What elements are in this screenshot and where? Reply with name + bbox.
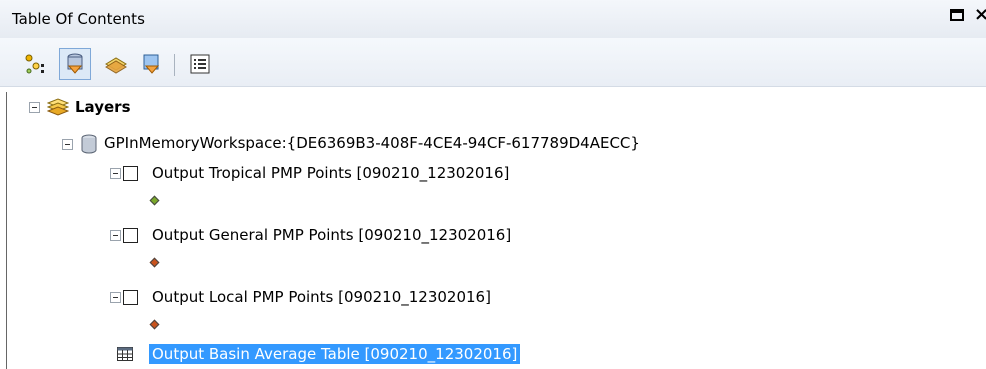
layer-tropical-visibility-checkbox[interactable] (123, 166, 138, 181)
layer-local-visibility-checkbox[interactable] (123, 290, 138, 305)
general-point-symbol (149, 257, 160, 268)
options-icon[interactable] (188, 52, 212, 76)
window-title: Table Of Contents (12, 10, 145, 28)
list-by-source-icon (67, 53, 83, 74)
close-icon[interactable]: × (974, 5, 986, 25)
table-icon (117, 347, 133, 361)
list-by-drawing-order-icon[interactable] (24, 52, 48, 76)
layer-tropical-label[interactable]: Output Tropical PMP Points [090210_12302… (152, 163, 509, 183)
layers-root-label[interactable]: Layers (75, 97, 131, 117)
layers-stack-icon (47, 98, 69, 116)
local-point-symbol (149, 319, 160, 330)
layer-general-collapse-toggle[interactable] (110, 230, 121, 241)
maximize-icon[interactable] (950, 9, 964, 21)
panel-left-border (6, 92, 7, 369)
database-icon (81, 134, 97, 154)
list-by-selection-icon[interactable] (140, 52, 164, 76)
layer-local-label[interactable]: Output Local PMP Points [090210_12302016… (152, 287, 491, 307)
list-by-visibility-icon[interactable] (104, 52, 128, 76)
basin-average-table-label[interactable]: Output Basin Average Table [090210_12302… (149, 344, 521, 364)
layer-local-collapse-toggle[interactable] (110, 292, 121, 303)
workspace-label[interactable]: GPInMemoryWorkspace:{DE6369B3-408F-4CE4-… (104, 133, 640, 153)
layer-general-label[interactable]: Output General PMP Points [090210_123020… (152, 225, 511, 245)
layer-general-visibility-checkbox[interactable] (123, 228, 138, 243)
layer-tropical-collapse-toggle[interactable] (110, 168, 121, 179)
toc-title-bar: Table Of Contents × (0, 0, 986, 39)
tropical-point-symbol (149, 195, 160, 206)
workspace-collapse-toggle[interactable] (62, 139, 73, 150)
layers-collapse-toggle[interactable] (29, 102, 40, 113)
toolbar-separator (174, 54, 175, 76)
